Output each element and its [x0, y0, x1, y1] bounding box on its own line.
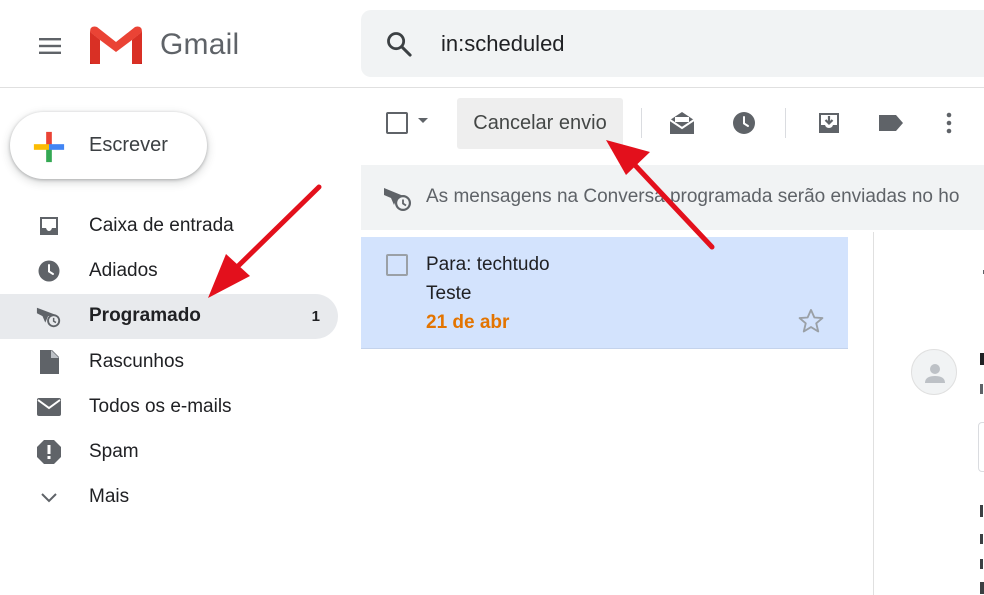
sidebar-item-more[interactable]: Mais: [0, 475, 338, 520]
inbox-icon: [36, 213, 62, 239]
cancel-send-button[interactable]: Cancelar envio: [457, 98, 623, 149]
sidebar-nav: Caixa de entrada Adiados Programado 1 Ra…: [0, 203, 338, 520]
sidebar-item-spam[interactable]: Spam: [0, 429, 338, 474]
sidebar-item-label: Todos os e-mails: [89, 395, 232, 417]
gmail-m-logo-icon: [90, 26, 142, 64]
sidebar-item-label: Caixa de entrada: [89, 214, 234, 236]
sidebar-item-all-mail[interactable]: Todos os e-mails: [0, 384, 338, 429]
move-to-inbox-icon[interactable]: [815, 109, 843, 137]
compose-button[interactable]: Escrever: [10, 112, 207, 179]
top-bar: Gmail: [0, 0, 984, 88]
chevron-down-icon: [36, 485, 62, 511]
person-icon: [925, 364, 945, 383]
sidebar-item-drafts[interactable]: Rascunhos: [0, 339, 338, 384]
preview-text-fragment: [980, 384, 983, 394]
sidebar-item-label: Rascunhos: [89, 350, 185, 372]
unread-count-badge: 1: [311, 307, 320, 325]
message-subject: Teste: [426, 283, 472, 304]
draft-icon: [36, 349, 62, 375]
sidebar-item-scheduled[interactable]: Programado 1: [0, 293, 338, 339]
select-all-checkbox[interactable]: [386, 112, 408, 134]
search-input[interactable]: [441, 24, 961, 64]
preview-text-fragment: [980, 505, 983, 517]
sidebar-item-label: Adiados: [89, 259, 158, 281]
menu-icon: [39, 38, 61, 54]
preview-attachment-fragment: [978, 422, 984, 472]
more-vert-icon[interactable]: [935, 109, 963, 137]
banner-text: As mensagens na Conversa programada serã…: [426, 186, 960, 207]
search-bar[interactable]: [361, 10, 984, 77]
message-row[interactable]: Para: techtudo Teste 21 de abr: [361, 237, 848, 349]
main-menu-button[interactable]: [26, 22, 74, 70]
message-toolbar: Cancelar envio: [361, 96, 984, 152]
gmail-logo[interactable]: Gmail: [88, 22, 239, 68]
compose-label: Escrever: [89, 134, 168, 156]
sidebar-item-snoozed[interactable]: Adiados: [0, 248, 338, 293]
scheduled-info-banner: As mensagens na Conversa programada serã…: [361, 165, 984, 230]
preview-text-fragment: [980, 353, 984, 365]
mail-icon: [36, 394, 62, 420]
preview-text-fragment: [980, 582, 984, 594]
app-name: Gmail: [160, 28, 240, 61]
label-icon[interactable]: [877, 109, 905, 137]
sender-avatar: [911, 349, 957, 395]
toolbar-divider: [641, 108, 642, 138]
mark-read-icon[interactable]: [668, 109, 696, 137]
compose-plus-icon: [33, 131, 65, 163]
preview-text-fragment: [980, 534, 983, 544]
search-icon[interactable]: [385, 30, 413, 58]
schedule-send-icon: [36, 304, 62, 330]
message-checkbox[interactable]: [386, 254, 408, 276]
sidebar-item-inbox[interactable]: Caixa de entrada: [0, 203, 338, 248]
preview-text-fragment: [980, 559, 983, 569]
message-recipient: Para: techtudo: [426, 254, 550, 275]
toolbar-divider: [785, 108, 786, 138]
sidebar-item-label: Mais: [89, 486, 130, 508]
schedule-send-icon: [384, 188, 411, 211]
spam-icon: [36, 439, 62, 465]
clock-icon: [36, 258, 62, 284]
select-dropdown-caret-icon[interactable]: [418, 118, 428, 123]
star-icon[interactable]: [797, 307, 825, 335]
snooze-icon[interactable]: [730, 109, 758, 137]
pane-divider: [873, 232, 874, 595]
message-date: 21 de abr: [426, 312, 510, 333]
sidebar-item-label: Programado: [89, 305, 201, 327]
sidebar-item-label: Spam: [89, 441, 139, 463]
